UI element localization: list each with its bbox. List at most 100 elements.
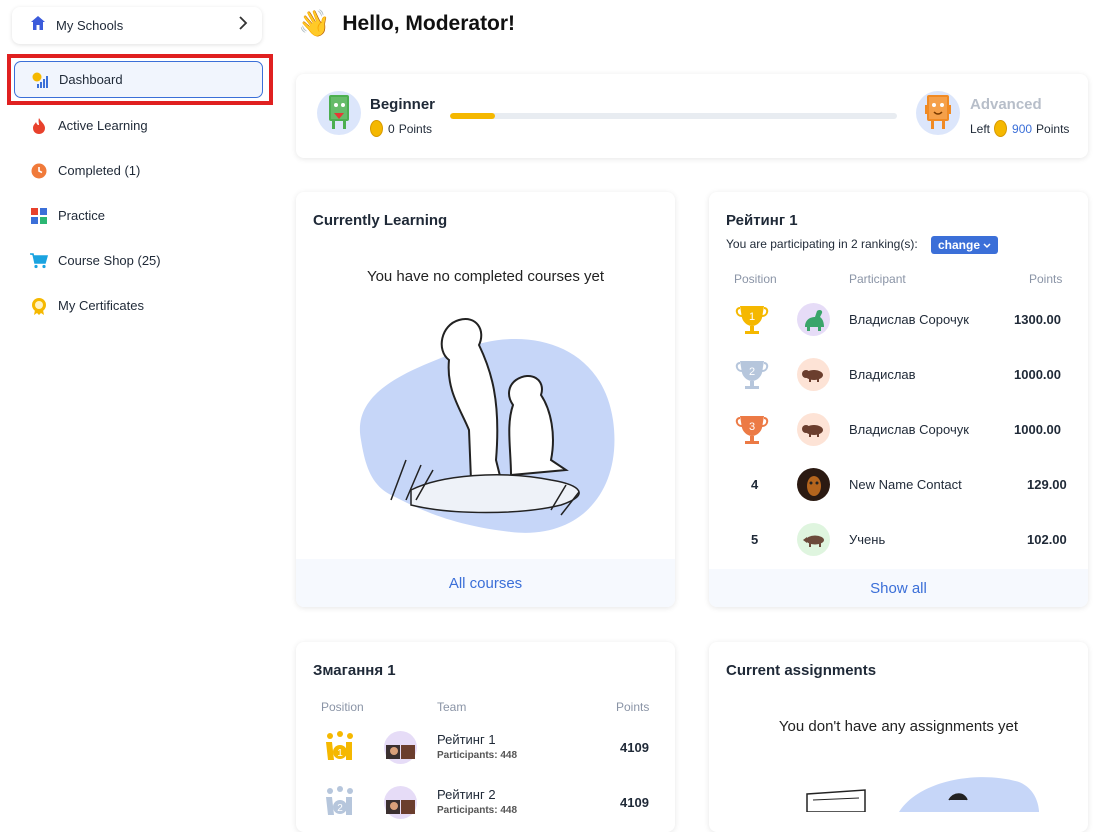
sidebar-item-dashboard[interactable]: Dashboard — [14, 61, 263, 98]
chevron-down-icon — [983, 238, 991, 252]
team-points: 4109 — [620, 740, 649, 755]
beginner-book-avatar — [317, 91, 361, 135]
show-all-link[interactable]: Show all — [870, 580, 927, 597]
bison-avatar — [797, 358, 830, 391]
greeting-text: Hello, Moderator! — [342, 11, 516, 35]
ranking-title: Рейтинг 1 — [726, 212, 798, 229]
rank-number: 1 — [749, 311, 755, 323]
points-word: Points — [398, 121, 433, 136]
coin-icon — [370, 120, 383, 137]
rank-number: 2 — [337, 803, 343, 814]
participant-name: Владислав Сорочук — [849, 312, 969, 327]
dinosaur-avatar — [797, 303, 830, 336]
col-header-points: Points — [1029, 272, 1063, 286]
assignments-title: Current assignments — [726, 662, 877, 679]
team-name: Рейтинг 2 — [437, 787, 496, 802]
level-progress-fill — [450, 113, 495, 119]
sidebar: My Schools Dashboard Active Learning Com… — [0, 0, 280, 812]
participant-points: 129.00 — [1027, 477, 1067, 492]
participant-name: Владислав — [849, 367, 916, 382]
participant-points: 1300.00 — [1014, 312, 1061, 327]
dashboard-icon — [31, 71, 49, 89]
all-courses-link[interactable]: All courses — [449, 575, 522, 592]
currently-learning-footer: All courses — [296, 559, 675, 607]
rank-number: 5 — [751, 532, 759, 547]
boar-avatar — [797, 523, 830, 556]
change-label: change — [938, 238, 981, 252]
advanced-book-avatar — [916, 91, 960, 135]
silver-team-medal-icon: 2 — [324, 785, 356, 824]
assignments-illustration — [799, 770, 1039, 812]
current-points: 0 Points — [370, 120, 432, 137]
sidebar-item-label: Dashboard — [59, 72, 123, 87]
home-icon — [30, 15, 46, 36]
col-header-points: Points — [616, 700, 650, 714]
points-word: Points — [1036, 121, 1070, 136]
sidebar-item-label: My Certificates — [58, 298, 144, 313]
current-points-value: 0 — [388, 121, 395, 136]
ranking-footer: Show all — [709, 569, 1088, 607]
sidebar-item-active-learning[interactable]: Active Learning — [14, 107, 263, 144]
chevron-right-icon — [238, 16, 248, 35]
my-schools-label: My Schools — [56, 18, 124, 33]
badge-icon — [30, 297, 48, 315]
bison-avatar — [797, 413, 830, 446]
rank-number: 3 — [749, 421, 755, 433]
currently-learning-card: Currently Learning You have no completed… — [296, 192, 675, 607]
gold-team-medal-icon: 1 — [324, 730, 356, 769]
level-progress-card: Beginner 0 Points Advanced Left 900 Poin… — [296, 74, 1088, 158]
points-left: Left 900 Points — [970, 120, 1069, 137]
my-schools-selector[interactable]: My Schools — [12, 7, 262, 44]
blocks-icon — [30, 207, 48, 225]
competition-title: Змагання 1 — [313, 662, 396, 679]
flame-icon — [30, 117, 48, 135]
user-photo-avatar — [797, 468, 830, 501]
silver-trophy-icon: 2 — [735, 357, 769, 396]
sidebar-item-label: Active Learning — [58, 118, 148, 133]
sidebar-item-label: Completed (1) — [58, 163, 141, 178]
left-points-value: 900 — [1012, 121, 1033, 136]
sidebar-item-practice[interactable]: Practice — [14, 197, 263, 234]
team-name: Рейтинг 1 — [437, 732, 496, 747]
rank-number: 2 — [749, 366, 755, 378]
clock-icon — [30, 162, 48, 180]
assignments-card: Current assignments You don't have any a… — [709, 642, 1088, 832]
currently-learning-title: Currently Learning — [313, 212, 448, 229]
meerkats-illustration — [351, 310, 621, 540]
participant-name: New Name Contact — [849, 477, 962, 492]
col-header-position: Position — [321, 700, 364, 714]
team-participants: Participants: 448 — [437, 750, 518, 761]
next-level-name: Advanced — [970, 96, 1042, 113]
participant-name: Владислав Сорочук — [849, 422, 969, 437]
participant-points: 1000.00 — [1014, 422, 1061, 437]
sidebar-item-course-shop[interactable]: Course Shop (25) — [14, 242, 263, 279]
change-ranking-button[interactable]: change — [931, 236, 999, 254]
col-header-participant: Participant — [849, 272, 906, 286]
ranking-card: Рейтинг 1 You are participating in 2 ran… — [709, 192, 1088, 607]
participant-name: Учень — [849, 532, 886, 547]
waving-hand-icon: 👋 — [298, 8, 331, 38]
team-avatar — [384, 786, 417, 819]
gold-trophy-icon: 1 — [735, 302, 769, 341]
greeting: 👋 Hello, Moderator! — [298, 8, 515, 39]
ranking-participation-text: You are participating in 2 ranking(s): — [726, 237, 918, 251]
rank-number: 4 — [751, 477, 759, 492]
sidebar-item-completed[interactable]: Completed (1) — [14, 152, 263, 189]
no-assignments-message: You don't have any assignments yet — [778, 718, 1019, 735]
left-word: Left — [970, 121, 991, 136]
current-level-name: Beginner — [370, 96, 436, 113]
competition-card: Змагання 1 Position Team Points 1 Рейтин… — [296, 642, 675, 832]
col-header-position: Position — [734, 272, 777, 286]
sidebar-item-label: Course Shop (25) — [58, 253, 161, 268]
no-courses-message: You have no completed courses yet — [366, 268, 605, 285]
sidebar-item-certificates[interactable]: My Certificates — [14, 287, 263, 324]
bronze-trophy-icon: 3 — [735, 412, 769, 451]
col-header-team: Team — [437, 700, 467, 714]
team-points: 4109 — [620, 795, 649, 810]
team-avatar — [384, 731, 417, 764]
participant-points: 1000.00 — [1014, 367, 1061, 382]
sidebar-item-label: Practice — [58, 208, 105, 223]
team-participants: Participants: 448 — [437, 805, 518, 816]
level-progress-bar — [450, 113, 897, 119]
rank-number: 1 — [337, 748, 343, 759]
